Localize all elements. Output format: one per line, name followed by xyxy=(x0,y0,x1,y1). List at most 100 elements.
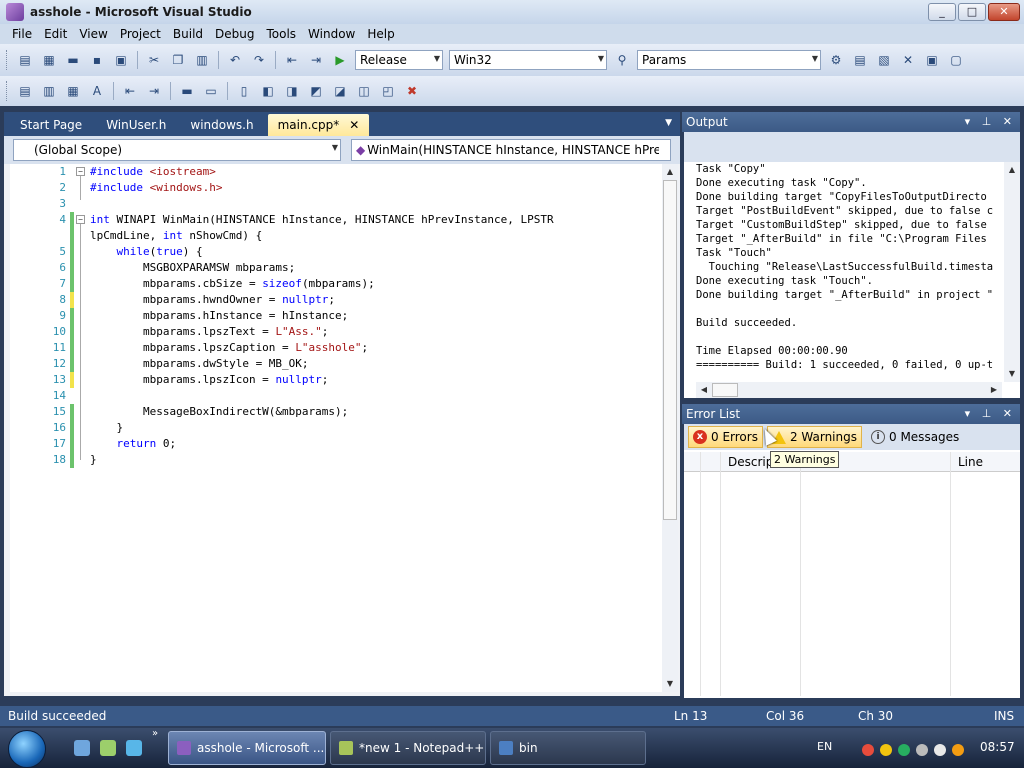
code-line[interactable]: 14 xyxy=(10,388,662,404)
internet-explorer-icon[interactable] xyxy=(126,740,142,756)
column-header-line[interactable]: Line xyxy=(958,455,983,469)
code-line[interactable]: 1 − #include <iostream> xyxy=(10,164,662,180)
toolbar-grip[interactable] xyxy=(6,50,9,70)
command-window-icon[interactable]: ▢ xyxy=(946,51,966,69)
show-desktop-icon[interactable] xyxy=(74,740,90,756)
explorer-icon[interactable] xyxy=(100,740,116,756)
output-horizontal-scrollbar[interactable]: ◀ ▶ xyxy=(696,382,1002,398)
solution-explorer-icon[interactable]: ⚙ xyxy=(826,51,846,69)
tray-icon[interactable] xyxy=(916,744,928,756)
scroll-thumb[interactable] xyxy=(712,383,738,397)
code-line[interactable]: 5 while(true) { xyxy=(10,244,662,260)
next-bookmark-folder-icon[interactable]: ◪ xyxy=(330,82,350,100)
scroll-thumb[interactable] xyxy=(663,180,677,520)
solution-platform-select[interactable]: Win32 ▼ xyxy=(449,50,607,70)
tray-icon[interactable] xyxy=(898,744,910,756)
taskbar-item-notepad[interactable]: *new 1 - Notepad++ xyxy=(330,731,486,765)
maximize-button[interactable]: □ xyxy=(958,3,986,21)
tab-main-cpp[interactable]: main.cpp* ✕ xyxy=(267,114,370,136)
decrease-indent-icon[interactable]: ⇤ xyxy=(120,82,140,100)
code-line[interactable]: 11 mbparams.lpszCaption = L"asshole"; xyxy=(10,340,662,356)
parameter-info-icon[interactable]: ▥ xyxy=(39,82,59,100)
code-line[interactable]: 7 mbparams.cbSize = sizeof(mbparams); xyxy=(10,276,662,292)
new-project-icon[interactable]: ▤ xyxy=(15,51,35,69)
previous-bookmark-folder-icon[interactable]: ◩ xyxy=(306,82,326,100)
output-text[interactable]: Task "Copy" Done executing task "Copy". Do… xyxy=(696,162,1002,382)
scroll-up-icon[interactable]: ▲ xyxy=(662,164,678,180)
menu-tools[interactable]: Tools xyxy=(260,27,302,41)
tab-winuser-h[interactable]: WinUser.h xyxy=(96,114,176,136)
member-select[interactable]: ◆ WinMain(HINSTANCE hInstance, HINSTANCE… xyxy=(350,139,671,161)
next-bookmark-document-icon[interactable]: ◰ xyxy=(378,82,398,100)
code-line[interactable]: 3 xyxy=(10,196,662,212)
close-tab-icon[interactable]: ✕ xyxy=(349,114,359,136)
previous-bookmark-icon[interactable]: ◧ xyxy=(258,82,278,100)
previous-bookmark-document-icon[interactable]: ◫ xyxy=(354,82,374,100)
system-clock[interactable]: 08:57 xyxy=(980,740,1015,754)
uncomment-icon[interactable]: ▭ xyxy=(201,82,221,100)
tray-icon[interactable] xyxy=(934,744,946,756)
tab-list-dropdown-icon[interactable]: ▼ xyxy=(665,118,672,128)
code-line[interactable]: 13 mbparams.lpszIcon = nullptr; xyxy=(10,372,662,388)
scroll-up-icon[interactable]: ▲ xyxy=(1004,162,1020,178)
increase-indent-icon[interactable]: ⇥ xyxy=(144,82,164,100)
input-language-indicator[interactable]: EN xyxy=(817,740,832,753)
close-button[interactable]: ✕ xyxy=(988,3,1020,21)
save-icon[interactable]: ▪ xyxy=(87,51,107,69)
clear-bookmarks-icon[interactable]: ✖ xyxy=(402,82,422,100)
toolbox-icon[interactable]: ✕ xyxy=(898,51,918,69)
code-line[interactable]: 12 mbparams.dwStyle = MB_OK; xyxy=(10,356,662,372)
toggle-bookmark-icon[interactable]: ▯ xyxy=(234,82,254,100)
open-file-icon[interactable]: ▬ xyxy=(63,51,83,69)
menu-file[interactable]: File xyxy=(6,27,38,41)
taskbar-item-visual-studio[interactable]: asshole - Microsoft ... xyxy=(168,731,326,765)
solution-configuration-select[interactable]: Release ▼ xyxy=(355,50,443,70)
start-page-icon[interactable]: ▣ xyxy=(922,51,942,69)
messages-filter-button[interactable]: i 0 Messages xyxy=(866,426,964,448)
code-line[interactable]: 17 return 0; xyxy=(10,436,662,452)
menu-help[interactable]: Help xyxy=(361,27,400,41)
code-line[interactable]: 15 MessageBoxIndirectW(&mbparams); xyxy=(10,404,662,420)
navigate-back-icon[interactable]: ⇤ xyxy=(282,51,302,69)
scroll-left-icon[interactable]: ◀ xyxy=(696,382,712,398)
code-line[interactable]: 6 MSGBOXPARAMSW mbparams; xyxy=(10,260,662,276)
paste-icon[interactable]: ▥ xyxy=(192,51,212,69)
save-all-icon[interactable]: ▣ xyxy=(111,51,131,69)
cut-icon[interactable]: ✂ xyxy=(144,51,164,69)
warnings-filter-button[interactable]: 2 Warnings xyxy=(766,426,862,448)
minimize-button[interactable]: _ xyxy=(928,3,956,21)
quick-launch-overflow-icon[interactable]: » xyxy=(152,728,158,739)
output-vertical-scrollbar[interactable]: ▲ ▼ xyxy=(1004,162,1020,382)
tab-start-page[interactable]: Start Page xyxy=(10,114,92,136)
comment-out-icon[interactable]: ▬ xyxy=(177,82,197,100)
object-browser-icon[interactable]: ▧ xyxy=(874,51,894,69)
next-bookmark-icon[interactable]: ◨ xyxy=(282,82,302,100)
menu-debug[interactable]: Debug xyxy=(209,27,260,41)
code-line[interactable]: 10 mbparams.lpszText = L"Ass."; xyxy=(10,324,662,340)
editor-vertical-scrollbar[interactable]: ▲ ▼ xyxy=(662,164,678,692)
undo-icon[interactable]: ↶ xyxy=(225,51,245,69)
collapse-icon[interactable]: − xyxy=(76,167,85,176)
errors-filter-button[interactable]: x 0 Errors xyxy=(688,426,763,448)
find-combo[interactable]: Params ▼ xyxy=(637,50,821,70)
tab-windows-h[interactable]: windows.h xyxy=(180,114,263,136)
code-line[interactable]: 18} xyxy=(10,452,662,468)
collapse-icon[interactable]: − xyxy=(76,215,85,224)
display-object-member-list-icon[interactable]: ▤ xyxy=(15,82,35,100)
scope-select[interactable]: (Global Scope) ▼ xyxy=(13,139,341,161)
code-line[interactable]: lpCmdLine, int nShowCmd) { xyxy=(10,228,662,244)
code-line[interactable]: 4 − int WINAPI WinMain(HINSTANCE hInstance… xyxy=(10,212,662,228)
navigate-forward-icon[interactable]: ⇥ xyxy=(306,51,326,69)
start-debugging-icon[interactable]: ▶ xyxy=(330,51,350,69)
copy-icon[interactable]: ❐ xyxy=(168,51,188,69)
code-line[interactable]: 16 } xyxy=(10,420,662,436)
menu-build[interactable]: Build xyxy=(167,27,209,41)
scroll-right-icon[interactable]: ▶ xyxy=(986,382,1002,398)
tray-icon[interactable] xyxy=(880,744,892,756)
code-text-area[interactable]: 1− #include <iostream> 2 #include <windows.… xyxy=(10,164,662,692)
menu-view[interactable]: View xyxy=(73,27,113,41)
code-line[interactable]: 2 #include <windows.h> xyxy=(10,180,662,196)
tray-icon[interactable] xyxy=(862,744,874,756)
properties-icon[interactable]: ▤ xyxy=(850,51,870,69)
menu-project[interactable]: Project xyxy=(114,27,167,41)
